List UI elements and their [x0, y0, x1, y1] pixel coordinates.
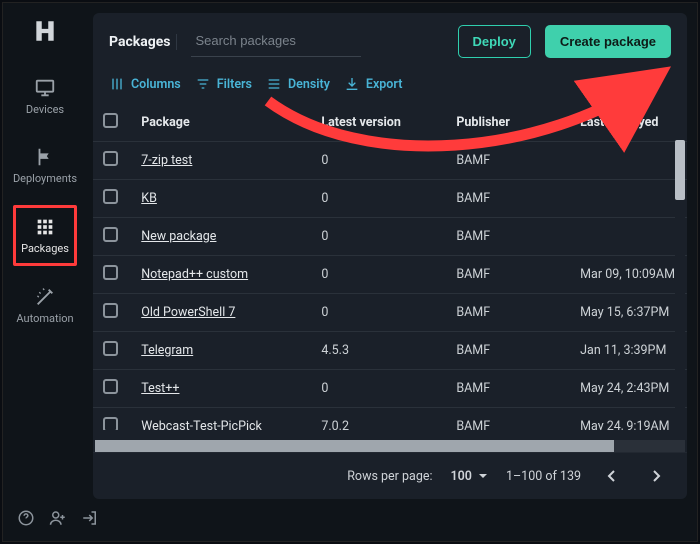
table-container: Package Latest version Publisher Last de…	[93, 104, 687, 440]
cell-version: 0	[311, 142, 446, 180]
caret-down-icon	[478, 471, 488, 481]
sidebar: Devices Deployments Packages Automation	[3, 3, 87, 499]
cell-version: 7.0.2	[311, 408, 446, 431]
package-link[interactable]: Telegram	[141, 343, 193, 358]
col-header-publisher[interactable]: Publisher	[446, 104, 570, 142]
row-checkbox[interactable]	[103, 341, 118, 356]
package-link[interactable]: Webcast-Test-PicPick	[141, 419, 262, 430]
sidebar-item-label: Devices	[26, 103, 64, 116]
cell-deployed: May 24, 9:19AM	[570, 408, 687, 431]
col-header-version[interactable]: Latest version	[311, 104, 446, 142]
horizontal-scrollbar[interactable]	[95, 440, 685, 452]
package-link[interactable]: New package	[141, 229, 216, 244]
table-row[interactable]: KB0BAMFApr 06	[93, 180, 687, 218]
row-checkbox[interactable]	[103, 379, 118, 394]
cell-version: 0	[311, 294, 446, 332]
cell-version: 4.5.3	[311, 332, 446, 370]
next-page-button[interactable]	[643, 463, 669, 489]
help-icon[interactable]	[17, 509, 35, 531]
package-link[interactable]: KB	[141, 191, 157, 206]
vertical-scrollbar[interactable]	[675, 140, 685, 426]
col-header-package[interactable]: Package	[131, 104, 311, 142]
rows-per-page-label: Rows per page:	[347, 469, 432, 484]
sidebar-item-label: Deployments	[13, 172, 77, 185]
density-button[interactable]: Density	[266, 76, 330, 92]
wand-icon	[34, 286, 56, 308]
package-link[interactable]: 7-zip test	[141, 153, 192, 168]
monitor-icon	[34, 77, 56, 99]
row-checkbox[interactable]	[103, 227, 118, 242]
cell-publisher: BAMF	[446, 332, 570, 370]
deploy-button[interactable]: Deploy	[458, 25, 531, 58]
main-panel: Packages Deploy Create package Columns F…	[93, 13, 687, 499]
table-row[interactable]: Webcast-Test-PicPick 7.0.2BAMFMay 24, 9:1…	[93, 408, 687, 431]
cell-version: 0	[311, 218, 446, 256]
row-checkbox[interactable]	[103, 265, 118, 280]
cell-deployed	[570, 180, 687, 218]
cell-publisher: BAMF	[446, 294, 570, 332]
package-link[interactable]: Old PowerShell 7	[141, 305, 235, 320]
packages-table: Package Latest version Publisher Last de…	[93, 104, 687, 430]
sidebar-item-deployments[interactable]: Deployments	[13, 136, 77, 195]
search-input[interactable]	[191, 27, 361, 57]
sidebar-item-automation[interactable]: Automation	[13, 276, 77, 335]
create-package-button[interactable]: Create package	[545, 25, 671, 58]
prev-page-button[interactable]	[599, 463, 625, 489]
cell-publisher: BAMF	[446, 142, 570, 180]
columns-button[interactable]: Columns	[109, 76, 181, 92]
download-icon	[344, 76, 360, 92]
table-row[interactable]: Telegram4.5.3BAMFJan 11, 3:39PMJan 11	[93, 332, 687, 370]
flag-icon	[34, 146, 56, 168]
col-header-deployed[interactable]: Last deployed	[570, 104, 687, 142]
table-row[interactable]: 7-zip test0BAMFMar 09	[93, 142, 687, 180]
cell-version: 0	[311, 256, 446, 294]
grid-icon	[34, 216, 56, 238]
row-checkbox[interactable]	[103, 417, 118, 430]
page-range: 1–100 of 139	[506, 469, 581, 484]
row-checkbox[interactable]	[103, 151, 118, 166]
cell-version: 0	[311, 370, 446, 408]
table-toolbar: Columns Filters Density Export	[93, 68, 687, 104]
sidebar-item-label: Packages	[21, 242, 69, 255]
table-row[interactable]: Old PowerShell 70BAMFMay 15, 6:37PMMay 1	[93, 294, 687, 332]
rows-per-page-select[interactable]: 100	[451, 469, 488, 484]
sidebar-item-devices[interactable]: Devices	[13, 67, 77, 126]
table-row[interactable]: Notepad++ custom0BAMFMar 09, 10:09AMMar …	[93, 256, 687, 294]
cell-deployed: May 15, 6:37PM	[570, 294, 687, 332]
cell-deployed: Jan 11, 3:39PM	[570, 332, 687, 370]
add-user-icon[interactable]	[49, 509, 67, 531]
table-row[interactable]: Test++0BAMFMay 24, 2:43PMMar 09	[93, 370, 687, 408]
cell-publisher: BAMF	[446, 370, 570, 408]
sidebar-item-packages[interactable]: Packages	[13, 205, 77, 266]
cell-publisher: BAMF	[446, 408, 570, 431]
header: Packages Deploy Create package	[93, 13, 687, 68]
pagination: Rows per page: 100 1–100 of 139	[93, 452, 687, 499]
select-all-checkbox[interactable]	[103, 113, 118, 128]
footer-toolbar	[3, 499, 697, 541]
columns-icon	[109, 76, 125, 92]
row-checkbox[interactable]	[103, 189, 118, 204]
cell-deployed	[570, 218, 687, 256]
density-icon	[266, 76, 282, 92]
table-row[interactable]: New package0BAMFApr 06	[93, 218, 687, 256]
cell-deployed: Mar 09, 10:09AM	[570, 256, 687, 294]
filters-button[interactable]: Filters	[195, 76, 252, 92]
cell-version: 0	[311, 180, 446, 218]
package-link[interactable]: Test++	[141, 381, 179, 396]
logout-icon[interactable]	[81, 509, 99, 531]
cell-publisher: BAMF	[446, 256, 570, 294]
cell-publisher: BAMF	[446, 218, 570, 256]
cell-publisher: BAMF	[446, 180, 570, 218]
row-checkbox[interactable]	[103, 303, 118, 318]
table-header-row: Package Latest version Publisher Last de…	[93, 104, 687, 142]
cell-deployed	[570, 142, 687, 180]
cell-deployed: May 24, 2:43PM	[570, 370, 687, 408]
package-link[interactable]: Notepad++ custom	[141, 267, 248, 282]
app-logo	[31, 17, 59, 45]
export-button[interactable]: Export	[344, 76, 402, 92]
page-title: Packages	[109, 34, 177, 50]
sidebar-item-label: Automation	[16, 312, 73, 325]
filter-icon	[195, 76, 211, 92]
